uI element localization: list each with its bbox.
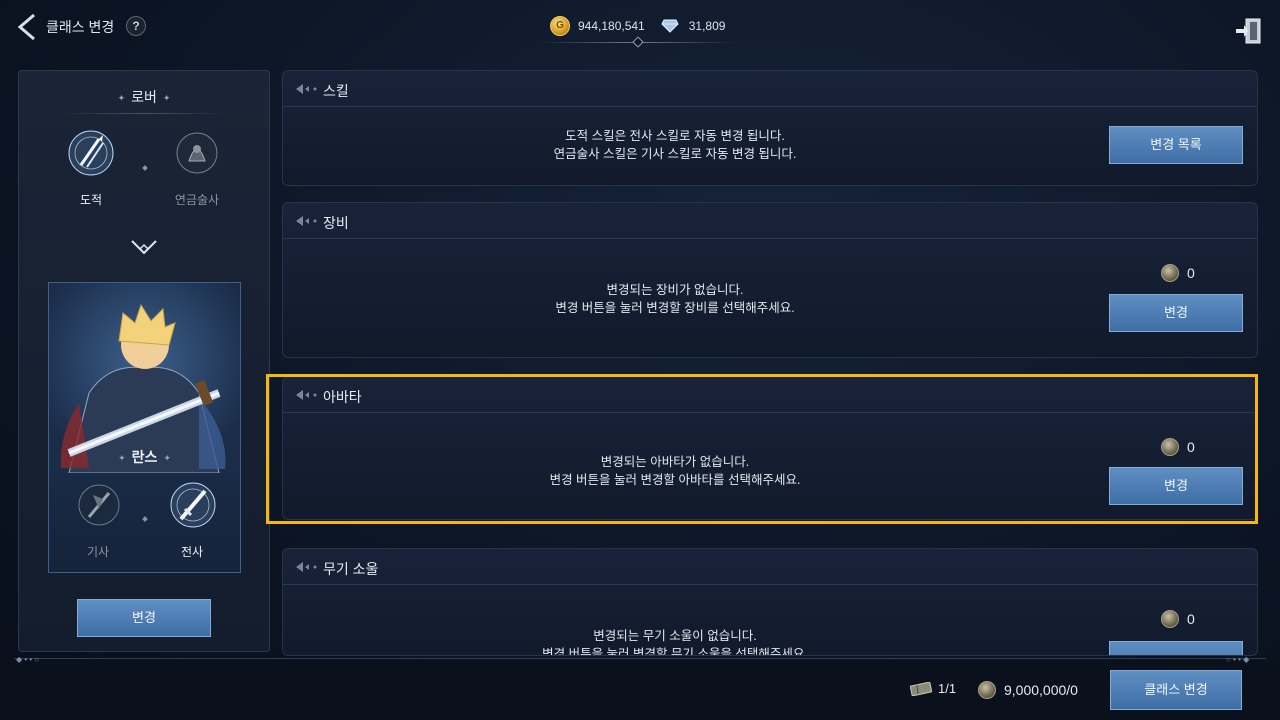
back-arrow-icon[interactable] bbox=[14, 12, 40, 42]
ticket-icon bbox=[910, 681, 932, 696]
section-title: 아바타 bbox=[323, 389, 362, 405]
ticket-count: 1/1 bbox=[938, 681, 957, 696]
fee-value: 9,000,000/0 bbox=[1004, 682, 1078, 698]
avatar-section: 아바타 변경되는 아바타가 없습니다. 변경 버튼을 눌러 변경할 아바타를 선… bbox=[282, 376, 1258, 520]
footer-ornament-left: ◆ • • ○ bbox=[16, 655, 40, 664]
avatar-cost: 0 bbox=[1161, 438, 1195, 456]
warrior-class-icon[interactable] bbox=[167, 479, 219, 531]
equipment-cost: 0 bbox=[1161, 264, 1195, 282]
down-arrow-icon bbox=[131, 240, 157, 255]
top-bar: 클래스 변경 ? G 944,180,541 31,809 bbox=[0, 0, 1280, 56]
exit-door-icon[interactable] bbox=[1234, 16, 1264, 46]
section-header: 아바타 bbox=[283, 377, 1257, 413]
weapon-soul-cost: 0 bbox=[1161, 610, 1195, 628]
equipment-section: 장비 변경되는 장비가 없습니다. 변경 버튼을 눌러 변경할 장비를 선택해주… bbox=[282, 202, 1258, 358]
alchemist-class-icon[interactable] bbox=[171, 127, 223, 179]
character-portrait bbox=[49, 283, 240, 473]
class-select-panel: ✦ 로버 ✦ 도적 연금술사 ✦ 란스 ✦ 기사 전사 변경 bbox=[18, 70, 270, 652]
description-line: 변경 버튼을 눌러 변경할 아바타를 선택해주세요. bbox=[549, 473, 801, 487]
base-class-header: ✦ 로버 ✦ bbox=[117, 89, 171, 105]
gold-amount: 944,180,541 bbox=[578, 19, 645, 33]
section-ornament-icon bbox=[296, 390, 317, 400]
description-line: 도적 스킬은 전사 스킬로 자동 변경 됩니다. bbox=[565, 129, 785, 143]
class-change-button-left[interactable]: 변경 bbox=[77, 599, 211, 637]
section-description: 변경되는 장비가 없습니다. 변경 버튼을 눌러 변경할 장비를 선택해주세요. bbox=[283, 281, 1067, 317]
character-name-label: ✦ 란스 ✦ bbox=[118, 449, 171, 465]
description-line: 변경 버튼을 눌러 변경할 장비를 선택해주세요. bbox=[555, 301, 795, 315]
header-divider bbox=[59, 113, 229, 114]
section-header: 스킬 bbox=[283, 71, 1257, 107]
description-line: 변경되는 아바타가 없습니다. bbox=[600, 455, 750, 469]
class-change-ticket: 1/1 bbox=[910, 681, 956, 696]
class-option-warrior[interactable]: 전사 bbox=[147, 543, 237, 560]
help-button[interactable]: ? bbox=[126, 16, 146, 36]
section-description: 변경되는 아바타가 없습니다. 변경 버튼을 눌러 변경할 아바타를 선택해주세… bbox=[283, 453, 1067, 489]
section-title: 장비 bbox=[323, 215, 349, 231]
section-header: 장비 bbox=[283, 203, 1257, 239]
class-change-button[interactable]: 클래스 변경 bbox=[1110, 670, 1242, 710]
silver-coin-icon bbox=[1161, 264, 1179, 282]
diamond-amount: 31,809 bbox=[688, 19, 726, 33]
currency-display: G 944,180,541 31,809 bbox=[550, 16, 725, 36]
option-divider-dot bbox=[142, 516, 148, 522]
description-line: 변경되는 무기 소울이 없습니다. bbox=[593, 629, 757, 643]
equipment-change-button[interactable]: 변경 bbox=[1109, 294, 1243, 332]
section-title: 스킬 bbox=[323, 83, 349, 99]
cost-value: 0 bbox=[1187, 611, 1195, 627]
page-title: 클래스 변경 bbox=[46, 19, 115, 35]
base-class-name: 로버 bbox=[131, 89, 157, 105]
avatar-change-button[interactable]: 변경 bbox=[1109, 467, 1243, 505]
footer-ornament-right: ○ • • ◆ bbox=[1226, 655, 1250, 664]
section-ornament-icon bbox=[296, 84, 317, 94]
change-list-button[interactable]: 변경 목록 bbox=[1109, 126, 1243, 164]
class-option-thief[interactable]: 도적 bbox=[46, 191, 136, 208]
description-line: 변경 버튼을 눌러 변경할 무기 소울을 선택해주세요. bbox=[542, 647, 808, 656]
footer-divider bbox=[14, 658, 1266, 659]
weapon-soul-section: 무기 소울 변경되는 무기 소울이 없습니다. 변경 버튼을 눌러 변경할 무기… bbox=[282, 548, 1258, 656]
section-ornament-icon bbox=[296, 216, 317, 226]
section-description: 도적 스킬은 전사 스킬로 자동 변경 됩니다. 연금술사 스킬은 기사 스킬로… bbox=[283, 127, 1067, 163]
currency-ornament bbox=[632, 36, 644, 48]
cost-value: 0 bbox=[1187, 265, 1195, 281]
description-line: 연금술사 스킬은 기사 스킬로 자동 변경 됩니다. bbox=[553, 147, 797, 161]
section-header: 무기 소울 bbox=[283, 549, 1257, 585]
thief-class-icon[interactable] bbox=[65, 127, 117, 179]
cost-value: 0 bbox=[1187, 439, 1195, 455]
character-card[interactable]: ✦ 란스 ✦ 기사 전사 bbox=[48, 282, 241, 573]
gold-coin-icon: G bbox=[550, 16, 570, 36]
weapon-soul-change-button[interactable] bbox=[1109, 641, 1243, 655]
silver-coin-icon bbox=[978, 681, 996, 699]
silver-coin-icon bbox=[1161, 610, 1179, 628]
footer-bar bbox=[0, 660, 1280, 720]
silver-coin-icon bbox=[1161, 438, 1179, 456]
diamond-icon bbox=[661, 19, 679, 33]
description-line: 변경되는 장비가 없습니다. bbox=[606, 283, 744, 297]
skill-section: 스킬 도적 스킬은 전사 스킬로 자동 변경 됩니다. 연금술사 스킬은 기사 … bbox=[282, 70, 1258, 186]
section-description: 변경되는 무기 소울이 없습니다. 변경 버튼을 눌러 변경할 무기 소울을 선… bbox=[283, 627, 1067, 656]
class-option-knight[interactable]: 기사 bbox=[53, 543, 143, 560]
knight-class-icon[interactable] bbox=[73, 479, 125, 531]
section-title: 무기 소울 bbox=[323, 561, 379, 577]
class-option-alchemist[interactable]: 연금술사 bbox=[152, 191, 242, 208]
option-divider-dot bbox=[142, 165, 148, 171]
class-change-fee: 9,000,000/0 bbox=[978, 681, 1078, 699]
section-ornament-icon bbox=[296, 562, 317, 572]
character-name: 란스 bbox=[131, 449, 158, 465]
